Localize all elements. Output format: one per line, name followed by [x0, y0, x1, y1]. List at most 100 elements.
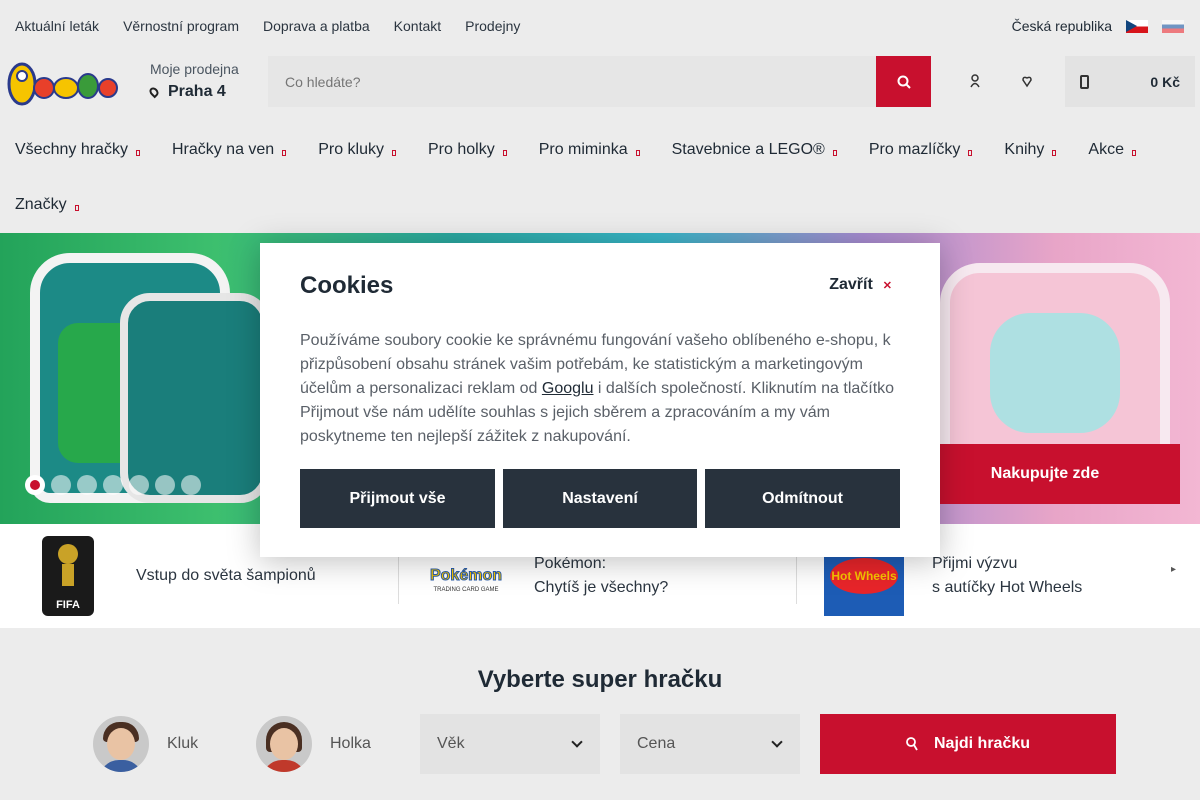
- nav-label: Akce: [1088, 140, 1124, 158]
- nav-label: Knihy: [1004, 140, 1045, 158]
- girl-avatar: [256, 716, 312, 772]
- caret-icon: [282, 149, 287, 156]
- search-input[interactable]: [268, 56, 876, 107]
- toy-finder: Vyberte super hračku Kluk Holka Věk Cena…: [0, 628, 1200, 800]
- nav-item-pro-miminka[interactable]: Pro miminka: [539, 141, 640, 159]
- carousel-dot[interactable]: [103, 475, 123, 495]
- chevron-down-icon: [771, 736, 783, 748]
- my-store-name: Praha 4: [168, 83, 226, 100]
- reject-button[interactable]: Odmítnout: [705, 469, 900, 528]
- gender-label: Kluk: [167, 735, 199, 752]
- top-link-vernostni[interactable]: Věrnostní program: [123, 18, 239, 34]
- nav-item-lego[interactable]: Stavebnice a LEGO®: [672, 141, 837, 159]
- gender-boy-option[interactable]: Kluk: [93, 716, 198, 772]
- promo-text: Chytíš je všechny?: [534, 579, 669, 596]
- carousel-dot[interactable]: [155, 475, 175, 495]
- top-link-prodejny[interactable]: Prodejny: [465, 18, 520, 34]
- nav-item-akce[interactable]: Akce: [1088, 141, 1136, 159]
- location-pin-icon: [147, 85, 161, 99]
- cart-button[interactable]: 0 Kč: [1065, 56, 1195, 107]
- find-toy-label: Najdi hračku: [933, 735, 1031, 752]
- chevron-down-icon: [571, 736, 583, 748]
- promo-text: Vstup do světa šampionů: [136, 567, 316, 584]
- nav-label: Pro kluky: [318, 140, 384, 158]
- header: Moje prodejna Praha 4 0 Kč: [0, 52, 1200, 112]
- promo-text: s autíčky Hot Wheels: [932, 579, 1083, 596]
- nav-item-pro-kluky[interactable]: Pro kluky: [318, 141, 396, 159]
- caret-icon: [502, 149, 507, 156]
- carousel-dots: [25, 475, 201, 495]
- cart-total: 0 Kč: [1150, 73, 1180, 90]
- top-link-kontakt[interactable]: Kontakt: [394, 18, 441, 34]
- price-select[interactable]: Cena: [620, 714, 800, 774]
- nav-item-na-ven[interactable]: Hračky na ven: [171, 140, 287, 159]
- country-label: Česká republika: [1011, 18, 1112, 34]
- pompo-logo[interactable]: [6, 56, 120, 108]
- slovak-flag-icon[interactable]: [1162, 19, 1184, 33]
- cookie-title: Cookies: [300, 272, 394, 299]
- svg-text:Hot Wheels: Hot Wheels: [831, 569, 897, 583]
- search-button[interactable]: [876, 56, 931, 107]
- carousel-dot[interactable]: [77, 475, 97, 495]
- caret-icon: [1052, 149, 1057, 156]
- boy-avatar: [93, 716, 149, 772]
- caret-icon: [392, 149, 396, 156]
- cookie-settings-button[interactable]: Nastavení: [503, 469, 697, 528]
- nav-label: Pro mazlíčky: [868, 140, 961, 158]
- nav-label: Pro holky: [428, 140, 495, 158]
- search-icon: [897, 75, 911, 89]
- nav-item-znacky[interactable]: Značky: [15, 196, 79, 214]
- cart-icon: [1080, 75, 1089, 89]
- my-store[interactable]: Moje prodejna Praha 4: [147, 61, 239, 101]
- account-icon[interactable]: [970, 74, 980, 88]
- caret-icon: [968, 149, 973, 156]
- top-link-letak[interactable]: Aktuální leták: [15, 18, 99, 34]
- top-bar: Aktuální leták Věrnostní program Doprava…: [0, 0, 1200, 52]
- caret-icon: [635, 149, 640, 156]
- nav-item-pro-holky[interactable]: Pro holky: [428, 141, 507, 159]
- carousel-dot[interactable]: [51, 475, 71, 495]
- carousel-dot[interactable]: [25, 475, 45, 495]
- gender-label: Holka: [330, 735, 371, 752]
- svg-text:Pokémon: Pokémon: [430, 567, 502, 584]
- find-toy-button[interactable]: Najdi hračku: [820, 714, 1116, 774]
- gender-girl-option[interactable]: Holka: [256, 716, 371, 772]
- top-link-doprava[interactable]: Doprava a platba: [263, 18, 370, 34]
- promo-text: Přijmi výzvu: [932, 555, 1018, 572]
- accept-all-button[interactable]: Přijmout vše: [300, 469, 495, 528]
- school-bag-image: [120, 293, 270, 503]
- caret-icon: [832, 149, 837, 156]
- nav-item-mazlicky[interactable]: Pro mazlíčky: [869, 141, 973, 159]
- chevron-right-icon[interactable]: ▸: [1171, 564, 1176, 575]
- nav-item-vsechny[interactable]: Všechny hračky: [15, 141, 140, 159]
- carousel-dot[interactable]: [181, 475, 201, 495]
- price-select-label: Cena: [637, 735, 676, 752]
- top-links: Aktuální leták Věrnostní program Doprava…: [15, 18, 520, 34]
- caret-icon: [74, 204, 79, 211]
- fifa-world-cup-logo: FIFA: [28, 536, 108, 616]
- cookie-dialog: Cookies Zavřít ✕ Používáme soubory cooki…: [260, 243, 940, 557]
- caret-icon: [1132, 149, 1136, 156]
- my-store-value: Praha 4: [147, 83, 239, 101]
- nav-label: Pro miminka: [538, 140, 628, 158]
- nav-item-knihy[interactable]: Knihy: [1004, 140, 1057, 159]
- carousel-dot[interactable]: [129, 475, 149, 495]
- shop-here-button[interactable]: Nakupujte zde: [910, 444, 1180, 504]
- country-switcher: Česká republika: [1012, 18, 1184, 34]
- nav-label: Hračky na ven: [171, 140, 275, 158]
- cookie-text: Používáme soubory cookie ke správnému fu…: [300, 329, 900, 449]
- nav-label: Značky: [15, 195, 67, 213]
- caret-icon: [135, 149, 140, 156]
- search-icon: [906, 737, 918, 751]
- svg-text:FIFA: FIFA: [56, 599, 80, 611]
- czech-flag-icon[interactable]: [1126, 19, 1148, 33]
- close-label: Zavřít: [829, 276, 873, 293]
- finder-title: Vyberte super hračku: [477, 666, 723, 693]
- close-button[interactable]: Zavřít ✕: [829, 276, 892, 294]
- heart-icon[interactable]: [1022, 74, 1032, 88]
- main-nav: Všechny hračky Hračky na ven Pro kluky P…: [0, 122, 1200, 232]
- nav-label: Stavebnice a LEGO®: [671, 140, 825, 158]
- age-select[interactable]: Věk: [420, 714, 600, 774]
- google-link[interactable]: Googlu: [542, 380, 594, 397]
- nav-label: Všechny hračky: [15, 140, 128, 158]
